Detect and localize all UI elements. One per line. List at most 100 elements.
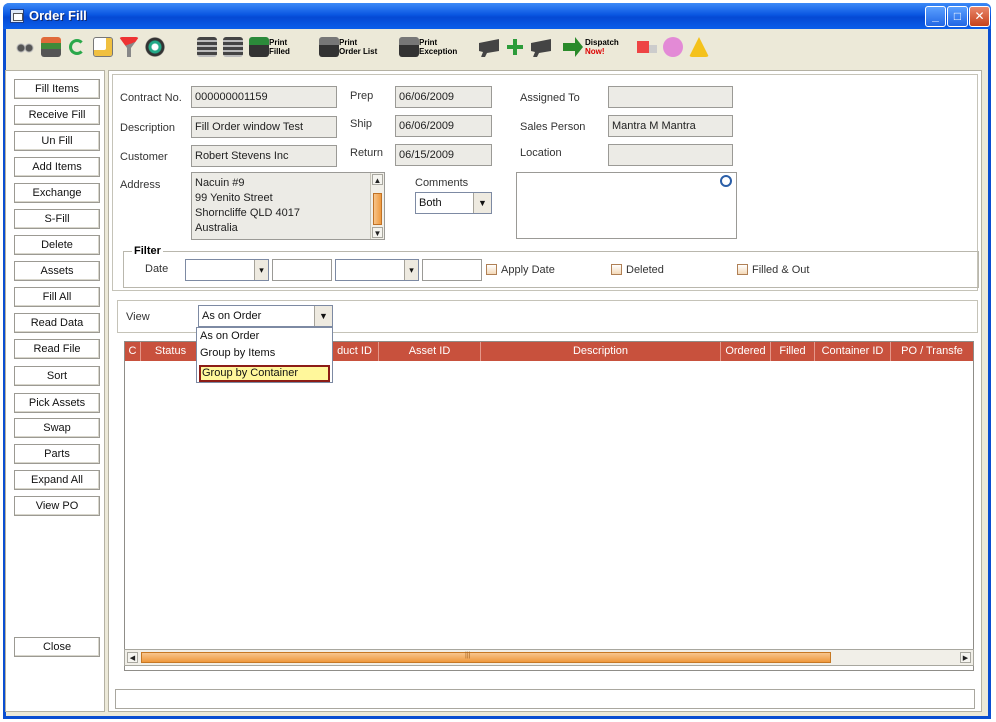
description-label: Description xyxy=(120,122,176,134)
binoculars-button[interactable] xyxy=(12,34,36,60)
expand-all-button[interactable]: Expand All xyxy=(14,470,100,490)
date-from-select[interactable]: ▾ xyxy=(185,259,269,281)
comments-select[interactable]: Both ▼ xyxy=(415,192,492,214)
col-filled[interactable]: Filled xyxy=(771,342,815,361)
edit-button[interactable] xyxy=(90,34,114,60)
view-option-group-by-items[interactable]: Group by Items xyxy=(199,346,330,363)
pick-assets-button[interactable]: Pick Assets xyxy=(14,393,100,413)
minimize-button[interactable]: _ xyxy=(925,6,946,27)
maximize-button[interactable]: □ xyxy=(947,6,968,27)
fill-items-button[interactable]: Fill Items xyxy=(14,79,100,99)
parts-button[interactable]: Parts xyxy=(14,444,100,464)
address-scrollbar[interactable]: ▲ ▼ xyxy=(370,173,384,239)
coins-alt-button[interactable] xyxy=(220,34,244,60)
ship-date-field[interactable]: 06/06/2009 xyxy=(395,115,492,137)
scroll-right-icon[interactable]: ▶ xyxy=(960,652,971,663)
col-c[interactable]: C xyxy=(125,342,141,361)
delete-button[interactable]: Delete xyxy=(14,235,100,255)
col-po-transfer[interactable]: PO / Transfe xyxy=(891,342,973,361)
filter-legend: Filter xyxy=(132,245,163,257)
view-option-as-on-order[interactable]: As on Order xyxy=(199,329,330,346)
scroll-thumb[interactable] xyxy=(373,193,382,225)
truck-icon xyxy=(637,41,657,53)
print-icon xyxy=(249,37,269,57)
scroll-left-icon[interactable]: ◀ xyxy=(127,652,138,663)
add-button[interactable] xyxy=(502,34,526,60)
col-status[interactable]: Status xyxy=(141,342,201,361)
view-select[interactable]: As on Order ▼ xyxy=(198,305,333,327)
customer-field[interactable]: Robert Stevens Inc xyxy=(191,145,337,167)
print-filled-button[interactable]: Print Filled xyxy=(246,34,312,60)
col-container-id[interactable]: Container ID xyxy=(815,342,891,361)
swap-button[interactable]: Swap xyxy=(14,418,100,438)
scan-alt-button[interactable] xyxy=(528,34,552,60)
title-bar[interactable]: Order Fill _ □ ✕ xyxy=(3,3,991,29)
scroll-down-icon[interactable]: ▼ xyxy=(372,227,383,238)
tag-button[interactable] xyxy=(660,34,684,60)
close-window-button[interactable]: ✕ xyxy=(969,6,990,27)
toolbar: Print Filled Print Order List Print Excepti… xyxy=(8,31,980,63)
col-ordered[interactable]: Ordered xyxy=(721,342,771,361)
add-items-button[interactable]: Add Items xyxy=(14,157,100,177)
filled-out-checkbox[interactable] xyxy=(737,264,748,275)
chevron-down-icon[interactable]: ▾ xyxy=(254,260,268,280)
dispatch-now-button[interactable]: Dispatch Now! xyxy=(560,34,630,60)
chevron-down-icon[interactable]: ▾ xyxy=(404,260,418,280)
comments-textarea[interactable] xyxy=(516,172,737,239)
chevron-down-icon[interactable]: ▼ xyxy=(314,306,332,326)
contract-no-label: Contract No. xyxy=(120,92,182,104)
print-exception-button[interactable]: Print Exception xyxy=(396,34,468,60)
apply-date-checkbox[interactable] xyxy=(486,264,497,275)
col-description[interactable]: Description xyxy=(481,342,721,361)
sales-person-field[interactable]: Mantra M Mantra xyxy=(608,115,733,137)
col-product-id[interactable]: duct ID xyxy=(331,342,379,361)
contract-no-field[interactable]: 000000001159 xyxy=(191,86,337,108)
assets-button[interactable]: Assets xyxy=(14,261,100,281)
fill-all-button[interactable]: Fill All xyxy=(14,287,100,307)
warning-button[interactable] xyxy=(686,34,710,60)
receive-fill-button[interactable]: Receive Fill xyxy=(14,105,100,125)
edit-icon xyxy=(93,37,113,57)
description-field[interactable]: Fill Order window Test xyxy=(191,116,337,138)
date-to-select[interactable]: ▾ xyxy=(335,259,419,281)
sort-button[interactable]: Sort xyxy=(14,366,100,386)
view-po-button[interactable]: View PO xyxy=(14,496,100,516)
scan-button[interactable] xyxy=(476,34,500,60)
col-asset-id[interactable]: Asset ID xyxy=(379,342,481,361)
refresh-button[interactable] xyxy=(64,34,88,60)
assigned-to-field[interactable] xyxy=(608,86,733,108)
scroll-up-icon[interactable]: ▲ xyxy=(372,174,383,185)
location-label: Location xyxy=(520,147,562,159)
read-file-button[interactable]: Read File xyxy=(14,339,100,359)
truck-button[interactable] xyxy=(634,34,658,60)
return-date-field[interactable]: 06/15/2009 xyxy=(395,144,492,166)
print-order-list-button[interactable]: Print Order List xyxy=(316,34,388,60)
location-field[interactable] xyxy=(608,144,733,166)
chevron-down-icon[interactable]: ▼ xyxy=(473,193,491,213)
close-button[interactable]: Close xyxy=(14,637,100,657)
coins-stack-icon xyxy=(223,37,243,57)
prep-date-field[interactable]: 06/06/2009 xyxy=(395,86,492,108)
exchange-button[interactable]: Exchange xyxy=(14,183,100,203)
scroll-thumb[interactable] xyxy=(141,652,831,663)
read-data-button[interactable]: Read Data xyxy=(14,313,100,333)
print-exception-icon xyxy=(399,37,419,57)
date-from-time[interactable] xyxy=(272,259,332,281)
search-icon[interactable] xyxy=(720,175,732,187)
view-option-group-by-container[interactable]: Group by Container xyxy=(199,365,330,382)
view-dropdown-list[interactable]: As on Order Group by Items Group by Cont… xyxy=(196,327,333,383)
comments-label: Comments xyxy=(415,177,469,189)
grid-horizontal-scrollbar[interactable]: ◀ ||| ▶ xyxy=(124,649,974,666)
apply-date-label: Apply Date xyxy=(501,264,555,276)
gauge-button[interactable] xyxy=(142,34,166,60)
print-list-icon xyxy=(319,37,339,57)
filter-button[interactable] xyxy=(116,34,140,60)
date-to-time[interactable] xyxy=(422,259,482,281)
un-fill-button[interactable]: Un Fill xyxy=(14,131,100,151)
items-grid[interactable]: C Status duct ID Asset ID Description Or… xyxy=(124,341,974,671)
deleted-checkbox[interactable] xyxy=(611,264,622,275)
coins-button[interactable] xyxy=(194,34,218,60)
stack-button[interactable] xyxy=(38,34,62,60)
s-fill-button[interactable]: S-Fill xyxy=(14,209,100,229)
address-field[interactable]: Nacuin #9 99 Yenito Street Shorncliffe Q… xyxy=(191,172,385,240)
